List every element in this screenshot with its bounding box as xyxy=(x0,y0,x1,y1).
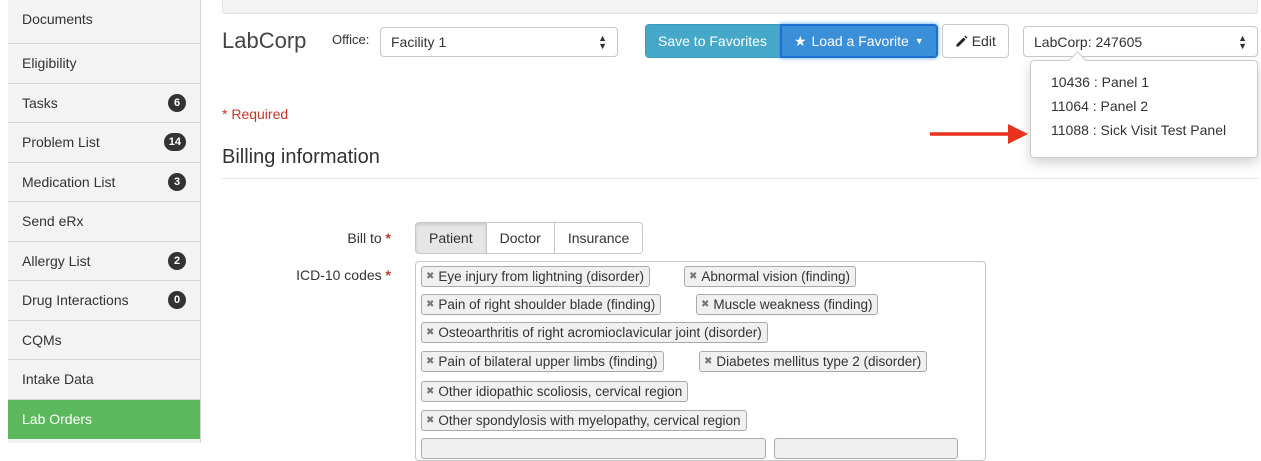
sidebar-item-eligibility[interactable]: Eligibility xyxy=(8,44,200,84)
save-to-favorites-label: Save to Favorites xyxy=(658,33,767,49)
remove-icon[interactable]: ✖ xyxy=(689,271,697,282)
favorites-button-group: Save to Favorites ★ Load a Favorite ▼ Ed… xyxy=(645,24,1009,58)
annotation-arrow-icon xyxy=(930,124,1028,144)
remove-icon[interactable]: ✖ xyxy=(426,356,434,367)
sidebar-item-label: Tasks xyxy=(22,94,58,111)
sidebar-item-label: CQMs xyxy=(22,331,62,348)
remove-icon[interactable]: ✖ xyxy=(426,271,434,282)
icd-code-tag[interactable]: ✖ Muscle weakness (finding) xyxy=(696,294,879,315)
sidebar-item-label: Send eRx xyxy=(22,213,84,230)
tag-label: Muscle weakness (finding) xyxy=(713,297,873,312)
tag-label: Pain of bilateral upper limbs (finding) xyxy=(438,354,658,369)
tag-label: Eye injury from lightning (disorder) xyxy=(438,269,644,284)
remove-icon[interactable]: ✖ xyxy=(701,299,709,310)
section-title: Billing information xyxy=(222,146,380,168)
icd-code-tag-partial[interactable] xyxy=(421,438,766,459)
remove-icon[interactable]: ✖ xyxy=(426,386,434,397)
remove-icon[interactable]: ✖ xyxy=(426,299,434,310)
office-select[interactable]: Facility 1 ▲ ▼ xyxy=(380,27,618,57)
caret-down-icon: ▼ xyxy=(914,36,924,46)
dropdown-item-sick-visit-panel[interactable]: 11088 : Sick Visit Test Panel xyxy=(1031,118,1257,142)
pencil-icon xyxy=(955,35,968,47)
edit-button[interactable]: Edit xyxy=(941,24,1009,58)
sidebar: Documents Eligibility Tasks 6 Problem Li… xyxy=(8,0,201,443)
icd-code-tag[interactable]: ✖ Other idiopathic scoliosis, cervical re… xyxy=(421,381,689,402)
icd-code-tag[interactable]: ✖ Abnormal vision (finding) xyxy=(684,266,856,287)
office-select-value: Facility 1 xyxy=(391,34,447,50)
top-panel-strip xyxy=(222,0,1258,14)
star-icon: ★ xyxy=(793,32,807,49)
sidebar-item-medication-list[interactable]: Medication List 3 xyxy=(8,162,200,202)
sidebar-item-label: Drug Interactions xyxy=(22,292,129,309)
dropdown-item-panel-1[interactable]: 10436 : Panel 1 xyxy=(1031,70,1257,94)
select-arrows-icon: ▲ ▼ xyxy=(598,33,607,51)
page-title: LabCorp xyxy=(222,28,307,53)
sidebar-item-label: Documents xyxy=(22,10,93,27)
sidebar-item-label: Medication List xyxy=(22,173,116,190)
count-badge: 6 xyxy=(168,93,186,112)
icd-codes-label-text: ICD-10 codes xyxy=(296,267,382,283)
icd-code-tag-partial[interactable] xyxy=(774,438,958,459)
dropdown-item-panel-2[interactable]: 11064 : Panel 2 xyxy=(1031,94,1257,118)
sidebar-item-label: Intake Data xyxy=(22,371,94,388)
tag-label: Osteoarthritis of right acromioclavicula… xyxy=(438,325,762,340)
count-badge: 3 xyxy=(168,172,186,191)
icd-code-tag[interactable]: ✖ Pain of right shoulder blade (finding) xyxy=(421,294,662,315)
bill-to-segmented-control: Patient Doctor Insurance xyxy=(415,222,644,254)
icd-code-tag[interactable]: ✖ Diabetes mellitus type 2 (disorder) xyxy=(699,351,928,372)
sidebar-item-allergy-list[interactable]: Allergy List 2 xyxy=(8,241,200,281)
remove-icon[interactable]: ✖ xyxy=(426,327,434,338)
count-badge: 14 xyxy=(163,133,186,152)
load-favorite-label: Load a Favorite xyxy=(811,33,909,49)
sidebar-item-label: Eligibility xyxy=(22,55,77,72)
icd-code-tag[interactable]: ✖ Pain of bilateral upper limbs (finding) xyxy=(421,351,664,372)
divider xyxy=(222,178,1258,179)
icd-code-tag[interactable]: ✖ Eye injury from lightning (disorder) xyxy=(421,266,650,287)
count-badge: 2 xyxy=(168,251,186,270)
sidebar-item-drug-interactions[interactable]: Drug Interactions 0 xyxy=(8,281,200,321)
sidebar-item-problem-list[interactable]: Problem List 14 xyxy=(8,123,200,163)
sidebar-item-intake-data[interactable]: Intake Data xyxy=(8,360,200,400)
required-note: * Required xyxy=(222,106,289,122)
sidebar-item-label: Problem List xyxy=(22,134,100,151)
lab-account-value: LabCorp: 247605 xyxy=(1034,33,1143,50)
icd-codes-input[interactable]: ✖ Eye injury from lightning (disorder) ✖ A… xyxy=(415,261,986,461)
bill-to-label: Bill to * xyxy=(347,230,391,246)
remove-icon[interactable]: ✖ xyxy=(426,415,434,426)
sidebar-item-documents[interactable]: Documents xyxy=(8,0,200,44)
office-label: Office: xyxy=(332,32,370,47)
tag-label: Pain of right shoulder blade (finding) xyxy=(438,297,656,312)
lab-account-select[interactable]: LabCorp: 247605 ▲ ▼ xyxy=(1023,26,1258,57)
tag-label: Diabetes mellitus type 2 (disorder) xyxy=(716,354,922,369)
icd-code-tag[interactable]: ✖ Osteoarthritis of right acromioclavicul… xyxy=(421,322,768,343)
tag-label: Other spondylosis with myelopathy, cervi… xyxy=(438,413,741,428)
bill-to-doctor-button[interactable]: Doctor xyxy=(485,222,555,254)
remove-icon[interactable]: ✖ xyxy=(704,356,712,367)
save-to-favorites-button[interactable]: Save to Favorites xyxy=(645,24,780,58)
sidebar-item-lab-orders[interactable]: Lab Orders xyxy=(8,399,200,439)
sidebar-item-send-erx[interactable]: Send eRx xyxy=(8,202,200,242)
load-favorite-button[interactable]: ★ Load a Favorite ▼ xyxy=(779,24,938,58)
favorites-dropdown-menu: 10436 : Panel 1 11064 : Panel 2 11088 : … xyxy=(1030,60,1258,158)
select-arrows-icon: ▲ ▼ xyxy=(1238,32,1247,51)
sidebar-item-label: Lab Orders xyxy=(22,411,93,428)
tag-label: Abnormal vision (finding) xyxy=(701,269,850,284)
bill-to-patient-button[interactable]: Patient xyxy=(415,222,487,254)
bill-to-label-text: Bill to xyxy=(347,230,382,246)
tag-label: Other idiopathic scoliosis, cervical reg… xyxy=(438,384,683,399)
icd-code-tag[interactable]: ✖ Other spondylosis with myelopathy, cerv… xyxy=(421,410,747,431)
icd-codes-label: ICD-10 codes * xyxy=(296,267,391,283)
sidebar-item-label: Allergy List xyxy=(22,252,91,269)
count-badge: 0 xyxy=(168,291,186,310)
bill-to-insurance-button[interactable]: Insurance xyxy=(553,222,644,254)
sidebar-item-cqms[interactable]: CQMs xyxy=(8,320,200,360)
sidebar-item-tasks[interactable]: Tasks 6 xyxy=(8,83,200,123)
edit-label: Edit xyxy=(971,33,996,49)
